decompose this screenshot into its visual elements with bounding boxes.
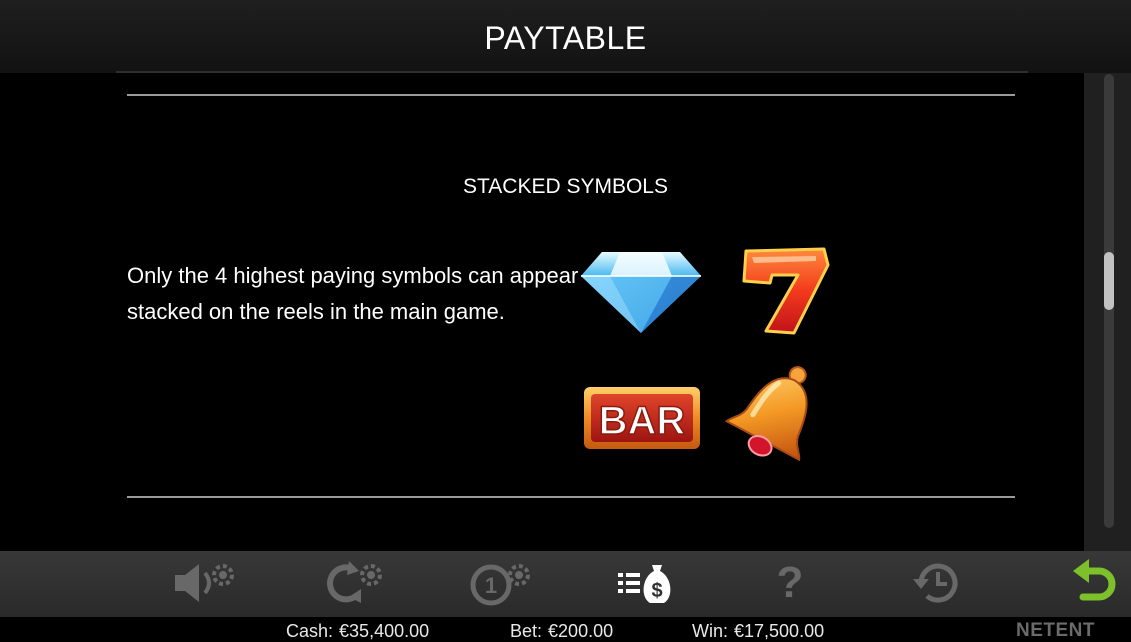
question-icon: ? <box>776 558 804 607</box>
win-value: €17,500.00 <box>734 621 825 641</box>
autoplay-settings-button[interactable] <box>320 555 392 611</box>
brand-logo: NETENT <box>1016 620 1095 641</box>
bell-symbol <box>725 366 808 462</box>
bet-label: Bet: <box>510 621 543 641</box>
scrollbar-thumb[interactable] <box>1104 252 1114 310</box>
win-display: Win: €17,500.00 <box>692 621 824 642</box>
cash-value: €35,400.00 <box>339 621 430 641</box>
svg-text:$: $ <box>651 580 662 602</box>
help-button[interactable]: ? <box>760 555 820 611</box>
svg-text:1: 1 <box>485 573 497 598</box>
back-button[interactable] <box>1064 555 1124 611</box>
section-divider-bottom <box>127 496 1015 498</box>
sound-settings-button[interactable] <box>168 555 240 611</box>
autoplay-gear-icon <box>327 561 382 603</box>
section-divider-top <box>127 94 1015 96</box>
bet-display: Bet: €200.00 <box>510 621 613 642</box>
speaker-gear-icon <box>175 564 234 602</box>
page-title: PAYTABLE <box>484 20 647 56</box>
bet-value: €200.00 <box>548 621 614 641</box>
history-clock-icon <box>913 563 958 603</box>
section-title: STACKED SYMBOLS <box>463 175 668 198</box>
bet-settings-button[interactable]: 1 <box>466 555 538 611</box>
section-description: Only the 4 highest paying symbols can ap… <box>127 263 579 324</box>
coin-gear-icon: 1 <box>470 564 530 606</box>
paytable-money-icon: $ <box>618 565 671 603</box>
win-label: Win: <box>692 621 728 641</box>
history-button[interactable] <box>906 555 968 611</box>
paytable-button[interactable]: $ <box>610 555 682 611</box>
cash-label: Cash: <box>286 621 334 641</box>
bar-symbol: BAR <box>584 387 700 449</box>
bar-symbol-label: BAR <box>599 399 686 443</box>
cash-display: Cash: €35,400.00 <box>286 621 429 642</box>
seven-symbol <box>742 247 830 335</box>
header-bar: PAYTABLE <box>0 0 1131 73</box>
diamond-symbol <box>581 252 701 333</box>
return-arrow-icon <box>1073 559 1116 601</box>
